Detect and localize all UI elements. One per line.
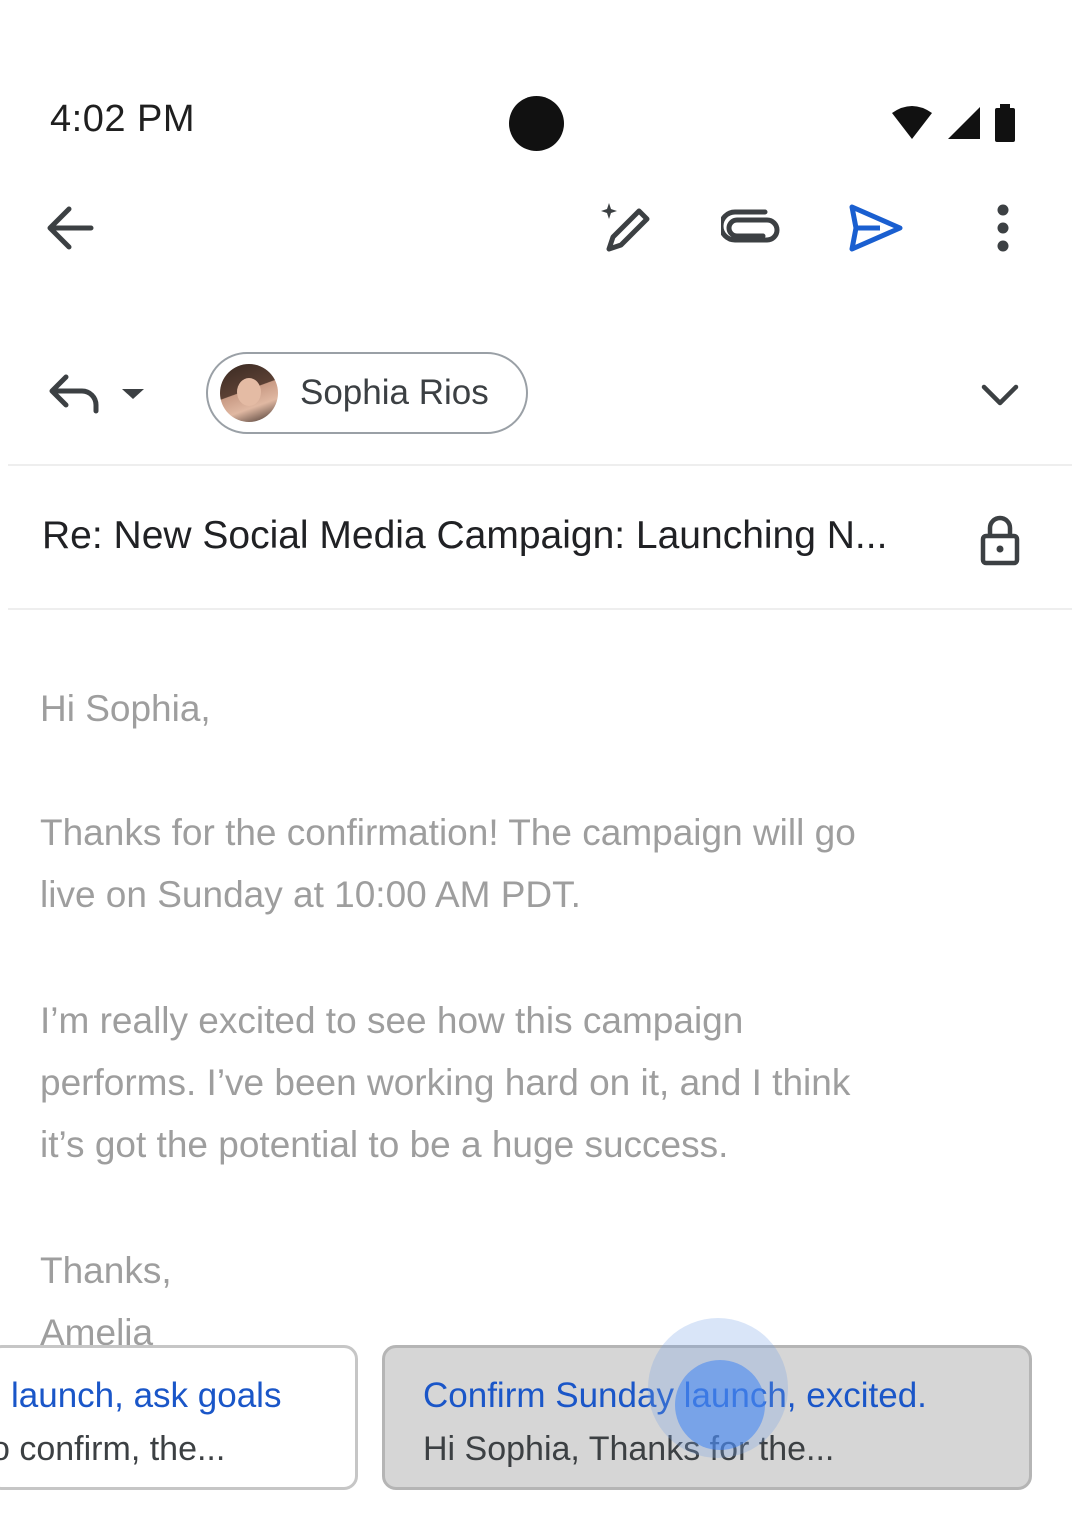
attach-button[interactable] [718, 198, 784, 258]
arrow-left-icon [47, 206, 94, 250]
dropdown-arrow-icon [122, 389, 144, 399]
confidential-mode-button[interactable] [974, 510, 1026, 570]
signal-icon [948, 107, 980, 139]
help-me-write-button[interactable] [592, 198, 658, 258]
lock-icon [980, 515, 1020, 566]
back-button[interactable] [40, 198, 100, 258]
avatar [220, 364, 278, 422]
body-line: Thanks for the confirmation! The campaig… [40, 812, 856, 853]
touch-point [675, 1360, 765, 1450]
divider [8, 464, 1072, 466]
pen-sparkle-icon [601, 203, 650, 252]
body-signoff: Thanks, [40, 1250, 172, 1291]
more-vert-icon [997, 204, 1009, 252]
chevron-down-icon [981, 384, 1019, 406]
suggestion-title: launch, ask goals [11, 1376, 282, 1415]
status-icons [890, 104, 1016, 142]
suggestion-card[interactable]: launch, ask goals o confirm, the... [0, 1345, 358, 1490]
send-button[interactable] [842, 198, 908, 258]
divider [8, 608, 1072, 610]
camera-cutout [509, 96, 564, 151]
body-line: it’s got the potential to be a huge succ… [40, 1124, 729, 1165]
battery-icon [995, 104, 1015, 142]
body-greeting: Hi Sophia, [40, 688, 211, 729]
expand-recipients-button[interactable] [974, 370, 1026, 418]
recipient-chip[interactable]: Sophia Rios [206, 352, 528, 434]
reply-icon [49, 374, 99, 414]
paperclip-icon [721, 209, 780, 243]
send-icon [849, 204, 903, 252]
suggestion-preview: Hi Sophia, Thanks for the... [423, 1430, 835, 1468]
recipient-name: Sophia Rios [300, 373, 489, 412]
reply-type-selector[interactable] [42, 366, 152, 420]
body-line: live on Sunday at 10:00 AM PDT. [40, 874, 581, 915]
wifi-icon [892, 106, 932, 139]
status-time: 4:02 PM [50, 98, 196, 140]
body-line: I’m really excited to see how this campa… [40, 1000, 744, 1041]
subject-field[interactable]: Re: New Social Media Campaign: Launching… [42, 514, 887, 558]
body-line: performs. I’ve been working hard on it, … [40, 1062, 851, 1103]
more-options-button[interactable] [978, 198, 1028, 258]
suggestion-preview: o confirm, the... [0, 1430, 226, 1468]
